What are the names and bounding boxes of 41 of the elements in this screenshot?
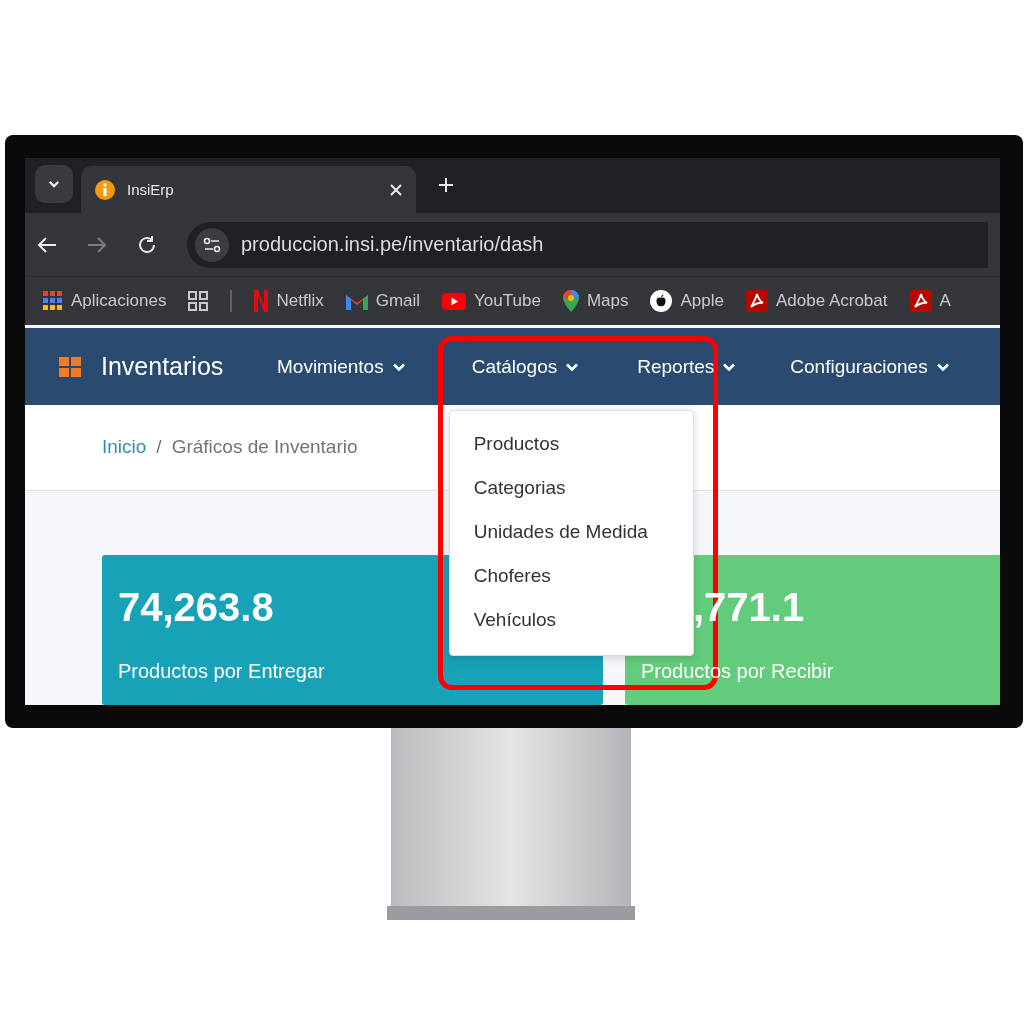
tab-list-button[interactable]: [35, 165, 73, 204]
pdf-icon: [909, 290, 932, 313]
nav-menu[interactable]: Movimientos: [277, 355, 406, 378]
browser-tab[interactable]: InsiErp: [81, 166, 416, 214]
mail-icon: [345, 292, 368, 310]
dropdown-item[interactable]: Unidades de Medida: [449, 510, 693, 555]
bookmark-link[interactable]: Adobe Acrobat: [745, 290, 888, 313]
site-settings-icon[interactable]: [195, 227, 229, 262]
netflix-icon: [254, 290, 269, 313]
close-icon[interactable]: [390, 183, 402, 196]
forward-icon[interactable]: [87, 235, 107, 254]
brand-title: Inventarios: [101, 352, 225, 382]
dropdown-item[interactable]: Productos: [449, 422, 693, 467]
bookmark-link[interactable]: Maps: [562, 290, 629, 313]
new-tab-icon[interactable]: [438, 177, 454, 194]
bookmark-link[interactable]: Gmail: [345, 291, 421, 312]
breadcrumb-current: Gráficos de Inventario: [171, 436, 358, 459]
reload-icon[interactable]: [137, 234, 157, 255]
tab-groups-icon[interactable]: [188, 291, 209, 312]
apps-grid-icon: [43, 291, 63, 312]
info-icon: [95, 179, 115, 200]
dropdown-item[interactable]: Vehículos: [449, 598, 693, 643]
bookmark-link[interactable]: YouTube: [442, 291, 541, 312]
bookmark-link[interactable]: Aplicaciones: [43, 291, 167, 312]
apple-icon: [650, 290, 673, 313]
map-pin-icon: [562, 290, 579, 313]
dropdown-item[interactable]: Categorias: [449, 466, 693, 511]
stat-value: 74,263.8: [118, 585, 274, 630]
dropdown-item[interactable]: Choferes: [449, 554, 693, 599]
breadcrumb-separator: /: [156, 436, 162, 459]
address-bar[interactable]: produccion.insi.pe/inventario/dash: [187, 221, 988, 268]
bookmark-link[interactable]: A: [909, 290, 951, 313]
nav-menu[interactable]: Configuraciones: [790, 355, 950, 378]
youtube-icon: [442, 292, 467, 310]
bookmark-link[interactable]: Netflix: [254, 290, 324, 313]
breadcrumb-link[interactable]: Inicio: [102, 436, 147, 459]
grid-logo-icon: [59, 356, 81, 377]
pdf-icon: [745, 290, 768, 313]
back-icon[interactable]: [37, 235, 57, 254]
bookmark-link[interactable]: Apple: [650, 290, 724, 313]
stat-label: Productos por Entregar: [118, 660, 325, 683]
